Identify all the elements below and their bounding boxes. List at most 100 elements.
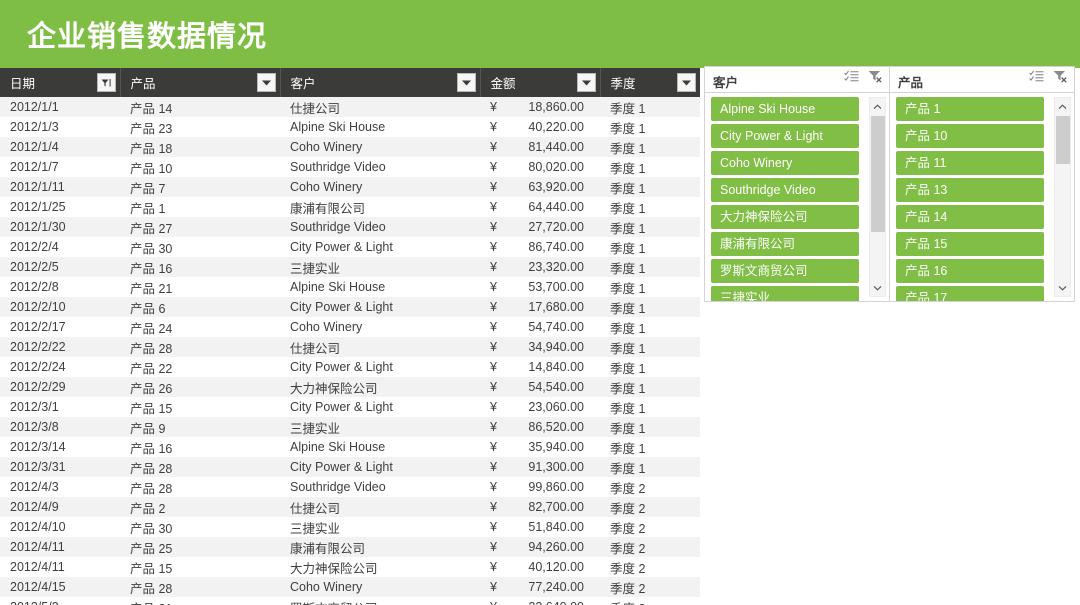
table-row[interactable]: 2012/4/3 产品 28 Southridge Video ¥99,860.00 季… xyxy=(0,477,700,497)
cell-quarter: 季度 1 xyxy=(600,257,700,277)
slicer-item[interactable]: Alpine Ski House xyxy=(711,97,859,121)
table-row[interactable]: 2012/2/4 产品 30 City Power & Light ¥86,740.0… xyxy=(0,237,700,257)
multi-select-icon[interactable] xyxy=(1029,70,1044,83)
column-header-date[interactable]: 日期 xyxy=(0,68,121,97)
table-row[interactable]: 2012/5/3产品 21罗斯文商贸公司¥22,640.00季度 2 xyxy=(0,597,700,605)
column-header-product[interactable]: 产品 xyxy=(120,68,281,97)
filter-dropdown-icon[interactable] xyxy=(677,73,696,92)
chevron-up-icon[interactable] xyxy=(1055,98,1070,115)
cell-product: 产品 25 xyxy=(120,537,280,557)
slicer-customer-scroll-thumb[interactable] xyxy=(871,116,885,232)
currency-symbol: ¥ xyxy=(490,460,497,474)
filter-dropdown-icon[interactable] xyxy=(576,73,596,92)
table-row[interactable]: 2012/2/24 产品 22 City Power & Light ¥14,840.… xyxy=(0,357,700,377)
column-header-quarter[interactable]: 季度 xyxy=(600,68,700,97)
filter-dropdown-icon[interactable] xyxy=(256,73,276,92)
table-row[interactable]: 2012/4/10 产品 30 三捷实业 ¥51,840.00 季度 2 xyxy=(0,517,700,537)
cell-product: 产品 15 xyxy=(120,397,280,417)
column-header-product-label: 产品 xyxy=(130,77,156,91)
slicer-item[interactable]: 产品 14 xyxy=(896,205,1044,229)
table-row[interactable]: 2012/1/4 产品 18 Coho Winery ¥81,440.00 季度 1 xyxy=(0,137,700,157)
cell-quarter: 季度 1 xyxy=(600,437,700,457)
table-row[interactable]: 2012/2/22 产品 28 仕捷公司 ¥34,940.00 季度 1 xyxy=(0,337,700,357)
cell-amount: ¥23,320.00 xyxy=(480,257,600,277)
table-row[interactable]: 2012/4/15 产品 28 Coho Winery ¥77,240.00 季度 2 xyxy=(0,577,700,597)
table-row[interactable]: 2012/3/14 产品 16 Alpine Ski House ¥35,940.00… xyxy=(0,437,700,457)
currency-symbol: ¥ xyxy=(490,200,497,214)
cell-amount: ¥99,860.00 xyxy=(480,477,600,497)
amount-value: 34,940.00 xyxy=(528,340,584,354)
table-row[interactable]: 2012/3/8 产品 9 三捷实业 ¥86,520.00 季度 1 xyxy=(0,417,700,437)
cell-date: 2012/3/14 xyxy=(0,437,120,457)
column-header-customer[interactable]: 客户 xyxy=(280,68,481,97)
slicer-product-scrollbar[interactable] xyxy=(1054,97,1071,297)
amount-value: 18,860.00 xyxy=(528,100,584,114)
slicer-item[interactable]: 产品 13 xyxy=(896,178,1044,202)
table-row[interactable]: 2012/1/7 产品 10 Southridge Video ¥80,020.00 季… xyxy=(0,157,700,177)
slicer-item[interactable]: 产品 17 xyxy=(896,286,1044,301)
slicer-item[interactable]: 大力神保险公司 xyxy=(711,205,859,229)
slicer-customer-scrollbar[interactable] xyxy=(869,97,886,297)
table-row[interactable]: 2012/1/30 产品 27 Southridge Video ¥27,720.00… xyxy=(0,217,700,237)
cell-quarter: 季度 1 xyxy=(600,417,700,437)
sort-filter-icon[interactable] xyxy=(96,73,116,92)
currency-symbol: ¥ xyxy=(490,220,497,234)
cell-product: 产品 7 xyxy=(120,177,280,197)
cell-product: 产品 23 xyxy=(120,117,280,137)
table-row[interactable]: 2012/3/31 产品 28 City Power & Light ¥91,300.… xyxy=(0,457,700,477)
table-row[interactable]: 2012/2/17 产品 24 Coho Winery ¥54,740.00 季度 1 xyxy=(0,317,700,337)
table-row[interactable]: 2012/2/10 产品 6 City Power & Light ¥17,680.0… xyxy=(0,297,700,317)
slicer-item[interactable]: 产品 1 xyxy=(896,97,1044,121)
table-header-row: 日期 产品 客户 金额 季度 xyxy=(0,68,700,97)
table-row[interactable]: 2012/3/1 产品 15 City Power & Light ¥23,060.0… xyxy=(0,397,700,417)
amount-value: 64,440.00 xyxy=(528,200,584,214)
cell-product: 产品 22 xyxy=(120,357,280,377)
slicer-item[interactable]: Southridge Video xyxy=(711,178,859,202)
slicer-item[interactable]: 三捷实业 xyxy=(711,286,859,301)
table-row[interactable]: 2012/4/11 产品 15 大力神保险公司 ¥40,120.00 季度 2 xyxy=(0,557,700,577)
slicer-product-header: 产品 xyxy=(890,67,1074,93)
table-row[interactable]: 2012/1/1 产品 14 仕捷公司 ¥18,860.00 季度 1 xyxy=(0,97,700,117)
slicer-product[interactable]: 产品 产品 1 产品 10 产品 11 产品 13 产品 14 产品 15 产品… xyxy=(889,66,1075,302)
table-row[interactable]: 2012/1/11 产品 7 Coho Winery ¥63,920.00 季度 1 xyxy=(0,177,700,197)
chevron-up-icon[interactable] xyxy=(870,98,885,115)
slicer-product-scroll-thumb[interactable] xyxy=(1056,116,1070,164)
slicer-item[interactable]: 产品 10 xyxy=(896,124,1044,148)
slicer-item[interactable]: 产品 15 xyxy=(896,232,1044,256)
slicer-item[interactable]: 产品 11 xyxy=(896,151,1044,175)
cell-date: 2012/1/11 xyxy=(0,177,120,197)
cell-date: 2012/5/3 xyxy=(0,597,120,605)
cell-quarter: 季度 1 xyxy=(600,337,700,357)
slicer-item[interactable]: 产品 16 xyxy=(896,259,1044,283)
clear-filter-icon[interactable] xyxy=(1053,70,1068,83)
table-row[interactable]: 2012/2/8 产品 21 Alpine Ski House ¥53,700.00 季… xyxy=(0,277,700,297)
cell-date: 2012/4/11 xyxy=(0,557,120,577)
slicer-item[interactable]: 康浦有限公司 xyxy=(711,232,859,256)
currency-symbol: ¥ xyxy=(490,580,497,594)
column-header-amount[interactable]: 金额 xyxy=(480,68,601,97)
table-row[interactable]: 2012/4/9 产品 2 仕捷公司 ¥82,700.00 季度 2 xyxy=(0,497,700,517)
clear-filter-icon[interactable] xyxy=(868,70,883,83)
table-row[interactable]: 2012/2/29 产品 26 大力神保险公司 ¥54,540.00 季度 1 xyxy=(0,377,700,397)
cell-quarter: 季度 1 xyxy=(600,237,700,257)
slicer-product-title: 产品 xyxy=(898,76,924,90)
currency-symbol: ¥ xyxy=(490,360,497,374)
table-row[interactable]: 2012/2/5 产品 16 三捷实业 ¥23,320.00 季度 1 xyxy=(0,257,700,277)
cell-customer: Alpine Ski House xyxy=(280,437,480,457)
filter-dropdown-icon[interactable] xyxy=(456,73,476,92)
cell-amount: ¥54,740.00 xyxy=(480,317,600,337)
cell-quarter: 季度 1 xyxy=(600,137,700,157)
cell-date: 2012/1/4 xyxy=(0,137,120,157)
slicer-customer[interactable]: 客户 Alpine Ski House City Power & Light C… xyxy=(704,66,890,302)
table-row[interactable]: 2012/1/3 产品 23 Alpine Ski House ¥40,220.00 季… xyxy=(0,117,700,137)
chevron-down-icon[interactable] xyxy=(870,279,885,296)
cell-date: 2012/2/17 xyxy=(0,317,120,337)
cell-customer: City Power & Light xyxy=(280,457,480,477)
chevron-down-icon[interactable] xyxy=(1055,279,1070,296)
table-row[interactable]: 2012/4/11 产品 25 康浦有限公司 ¥94,260.00 季度 2 xyxy=(0,537,700,557)
table-row[interactable]: 2012/1/25 产品 1 康浦有限公司 ¥64,440.00 季度 1 xyxy=(0,197,700,217)
slicer-item[interactable]: Coho Winery xyxy=(711,151,859,175)
slicer-item[interactable]: City Power & Light xyxy=(711,124,859,148)
multi-select-icon[interactable] xyxy=(844,70,859,83)
slicer-item[interactable]: 罗斯文商贸公司 xyxy=(711,259,859,283)
